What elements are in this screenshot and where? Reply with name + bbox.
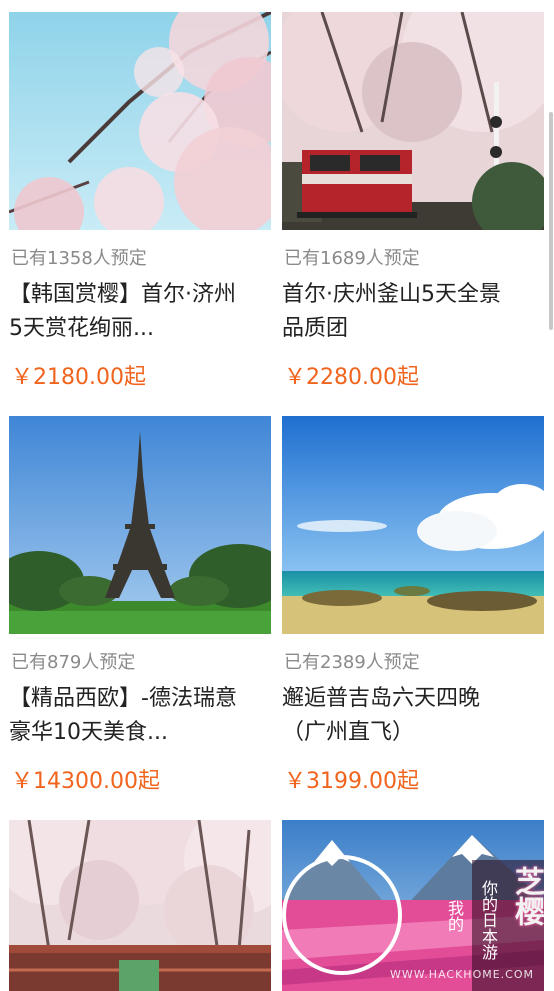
booked-count: 已有879人预定 xyxy=(11,652,136,673)
product-title[interactable]: 【精品西欧】-德法瑞意 豪华10天美食... xyxy=(9,682,279,750)
product-title-line-2: 豪华10天美食... xyxy=(9,720,168,745)
product-card-seoul-gyeongju[interactable]: 已有1689人预定 首尔·庆州釜山5天全景 品质团 ￥2280.00起 xyxy=(282,12,544,390)
vertical-scrollbar[interactable] xyxy=(549,112,553,330)
product-title-line-1: 首尔·庆州釜山5天全景 xyxy=(282,282,501,307)
product-price: ￥14300.00起 xyxy=(11,769,160,794)
product-title-line-1: 邂逅普吉岛六天四晚 xyxy=(282,686,481,711)
product-card-western-europe[interactable]: 已有879人预定 【精品西欧】-德法瑞意 豪华10天美食... ￥14300.0… xyxy=(9,416,271,794)
product-grid-page: 已有1358人预定 【韩国赏樱】首尔·济州 5天赏花绚丽... ￥2180.00… xyxy=(0,0,554,991)
product-title[interactable]: 邂逅普吉岛六天四晚 （广州直飞） xyxy=(282,682,552,750)
cherry-blossom-sky-image[interactable] xyxy=(9,12,271,230)
product-card-cherry-bridge[interactable] xyxy=(9,820,271,991)
product-price: ￥3199.00起 xyxy=(284,769,419,794)
cherry-blossom-bridge-icon xyxy=(9,820,271,991)
product-price: ￥2280.00起 xyxy=(284,365,419,390)
product-title-line-2: 5天赏花绚丽... xyxy=(9,316,154,341)
product-title-line-1: 【韩国赏樱】首尔·济州 xyxy=(9,282,236,307)
beach-sea-icon xyxy=(282,416,544,634)
mount-fuji-shibazakura-image[interactable]: 芝樱 你的日本游 我的 WWW.HACKHOME.COM xyxy=(282,820,544,991)
eiffel-tower-image[interactable] xyxy=(9,416,271,634)
overlay-subtitle-text-2: 我的 xyxy=(445,900,464,932)
booked-count: 已有2389人预定 xyxy=(284,652,420,673)
booked-count: 已有1358人预定 xyxy=(11,248,147,269)
train-cherry-blossom-image[interactable] xyxy=(282,12,544,230)
product-title-line-1: 【精品西欧】-德法瑞意 xyxy=(9,686,237,711)
product-title[interactable]: 【韩国赏樱】首尔·济州 5天赏花绚丽... xyxy=(9,278,279,346)
eiffel-tower-icon xyxy=(9,416,271,634)
product-card-korea-cherry[interactable]: 已有1358人预定 【韩国赏樱】首尔·济州 5天赏花绚丽... ￥2180.00… xyxy=(9,12,271,390)
cherry-blossom-bridge-image[interactable] xyxy=(9,820,271,991)
booked-count: 已有1689人预定 xyxy=(284,248,420,269)
overlay-title-text: 芝樱 xyxy=(509,866,544,926)
product-card-phuket[interactable]: 已有2389人预定 邂逅普吉岛六天四晚 （广州直飞） ￥3199.00起 xyxy=(282,416,544,794)
cherry-blossom-sky-icon xyxy=(9,12,271,230)
train-cherry-blossom-icon xyxy=(282,12,544,230)
overlay-subtitle-text: 你的日本游 xyxy=(479,880,498,960)
product-title[interactable]: 首尔·庆州釜山5天全景 品质团 xyxy=(282,278,552,346)
product-title-line-2: 品质团 xyxy=(282,316,349,341)
beach-sea-image[interactable] xyxy=(282,416,544,634)
watermark-text: WWW.HACKHOME.COM xyxy=(389,968,534,981)
product-title-line-2: （广州直飞） xyxy=(282,720,415,745)
product-price: ￥2180.00起 xyxy=(11,365,146,390)
product-card-japan-shibazakura[interactable]: 芝樱 你的日本游 我的 WWW.HACKHOME.COM xyxy=(282,820,544,991)
